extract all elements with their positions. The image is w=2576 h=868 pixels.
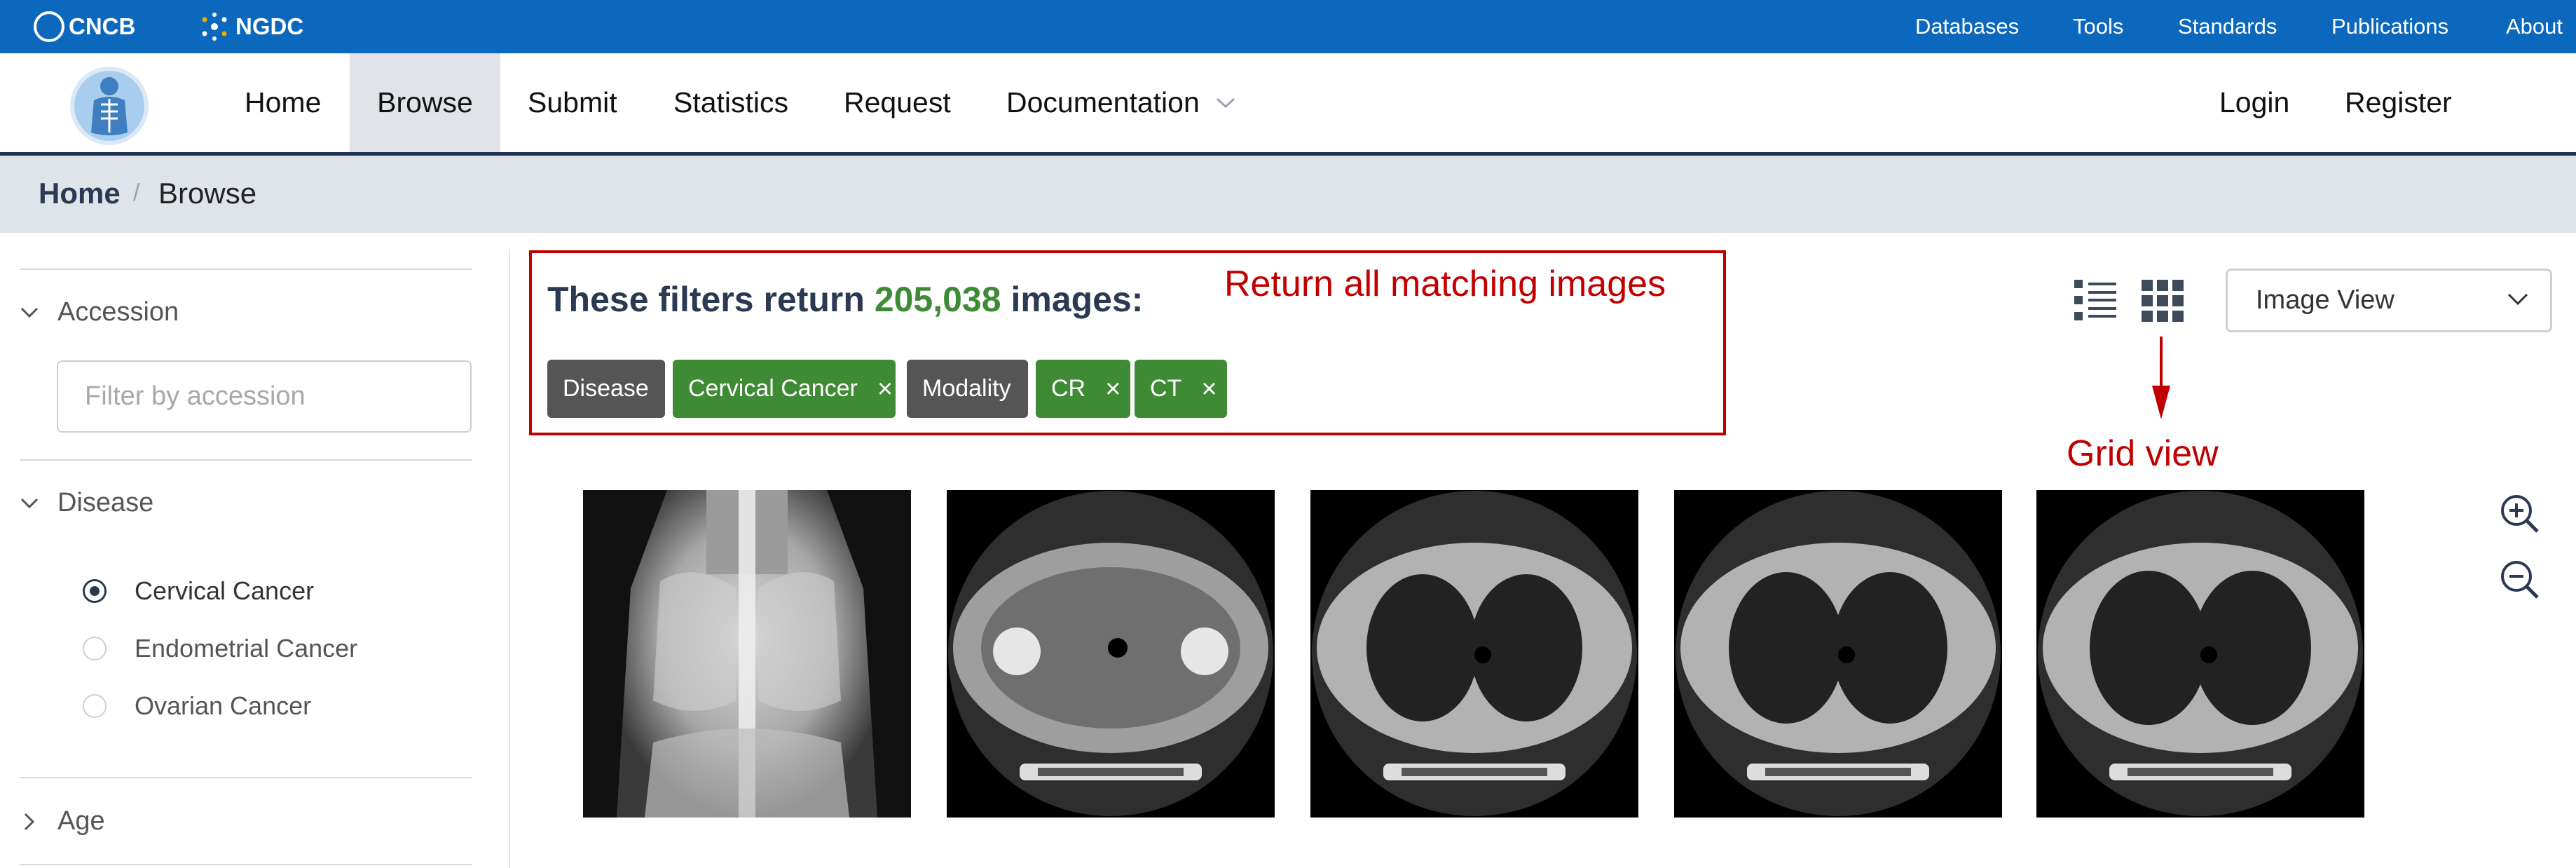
cncb-brand-label: CNCB (69, 13, 136, 39)
filter-tag-disease: Disease (547, 360, 665, 418)
facet-age-title: Age (57, 806, 105, 836)
annotation-matching: Return all matching images (1224, 264, 1666, 304)
divider (20, 777, 472, 778)
disease-option-label: Cervical Cancer (135, 576, 315, 605)
ngdc-logo-icon (202, 13, 227, 41)
breadcrumb: Home / Browse (0, 156, 2576, 233)
filter-tag-label: Modality (922, 375, 1011, 402)
remove-filter-icon[interactable]: × (877, 376, 893, 402)
divider (20, 864, 472, 865)
facet-age-header[interactable]: Age (20, 806, 105, 836)
sidebar-divider (509, 249, 510, 868)
result-prefix: These filters return (547, 280, 865, 319)
image-thumbnail-ct-4[interactable] (2036, 490, 2364, 818)
result-suffix: images: (1010, 280, 1144, 319)
disease-option-label: Endometrial Cancer (135, 634, 358, 663)
breadcrumb-current: Browse (158, 177, 257, 210)
disease-option-label: Ovarian Cancer (135, 691, 312, 720)
nav-home[interactable]: Home (245, 53, 321, 152)
radio-unchecked[interactable] (83, 637, 107, 660)
nav-documentation-label: Documentation (1006, 86, 1200, 118)
filter-tag-label: Cervical Cancer (688, 375, 858, 402)
chevron-down-icon (2507, 293, 2528, 306)
annotation-arrow (2152, 337, 2170, 419)
annotation-grid-view: Grid view (2067, 433, 2219, 474)
top-bar: CNCB NGDC Databases Tools Standards Publ… (0, 0, 2576, 53)
chevron-right-icon (24, 813, 35, 830)
ngdc-brand-link[interactable]: NGDC (198, 11, 303, 42)
radio-unchecked[interactable] (83, 694, 107, 718)
image-thumbnail-ct-3[interactable] (1674, 490, 2002, 818)
top-link-tools[interactable]: Tools (2073, 14, 2123, 39)
ct-scan-image (2036, 490, 2364, 818)
nav-request[interactable]: Request (844, 53, 951, 152)
top-link-about[interactable]: About (2506, 14, 2563, 39)
filter-tag-label: CR (1051, 375, 1086, 402)
breadcrumb-home[interactable]: Home (39, 177, 121, 210)
zoom-out-icon[interactable] (2498, 558, 2540, 600)
main-navigation: Home Browse Submit Statistics Request Do… (0, 53, 2576, 156)
chevron-down-icon (20, 307, 39, 318)
divider (20, 269, 472, 270)
disease-option-cervical-cancer[interactable]: Cervical Cancer (83, 576, 314, 606)
top-link-standards[interactable]: Standards (2178, 14, 2277, 39)
filter-tag-cervical-cancer: Cervical Cancer × (673, 360, 896, 418)
nav-browse[interactable]: Browse (350, 53, 500, 152)
login-link[interactable]: Login (2219, 53, 2289, 152)
result-count: 205,038 (874, 280, 1001, 319)
chevron-down-icon (20, 498, 39, 508)
chest-xray-image (583, 490, 911, 818)
nav-submit[interactable]: Submit (528, 53, 617, 152)
zoom-in-icon[interactable] (2498, 492, 2540, 534)
nav-statistics[interactable]: Statistics (673, 53, 788, 152)
ct-scan-image (1674, 490, 2002, 818)
top-link-databases[interactable]: Databases (1915, 14, 2019, 39)
site-logo-icon[interactable] (69, 65, 150, 147)
grid-view-icon[interactable] (2140, 276, 2185, 325)
disease-option-endometrial-cancer[interactable]: Endometrial Cancer (83, 634, 357, 663)
view-mode-value: Image View (2256, 285, 2395, 315)
image-thumbnail-ct-1[interactable] (947, 490, 1275, 818)
filter-tag-label: Disease (563, 375, 649, 402)
divider (20, 459, 472, 461)
result-summary: These filters return 205,038 images: (547, 279, 1143, 320)
filter-tag-cr: CR × (1036, 360, 1130, 418)
facet-disease-header[interactable]: Disease (20, 488, 153, 518)
remove-filter-icon[interactable]: × (1201, 376, 1217, 402)
top-link-publications[interactable]: Publications (2331, 14, 2448, 39)
ct-scan-image (1310, 490, 1638, 818)
cncb-logo-icon (34, 11, 64, 42)
image-thumbnail-ct-2[interactable] (1310, 490, 1638, 818)
filter-tag-ct: CT × (1135, 360, 1227, 418)
view-mode-select[interactable]: Image View (2226, 269, 2552, 332)
accession-filter-input[interactable] (57, 360, 472, 433)
remove-filter-icon[interactable]: × (1105, 376, 1121, 402)
register-link[interactable]: Register (2345, 53, 2452, 152)
breadcrumb-separator: / (133, 179, 140, 206)
facet-accession-header[interactable]: Accession (20, 297, 179, 327)
facet-accession-title: Accession (57, 297, 179, 327)
facet-disease-title: Disease (57, 488, 154, 517)
cncb-brand-link[interactable]: CNCB (34, 11, 135, 42)
list-view-icon[interactable] (2073, 276, 2118, 325)
ct-scan-image (947, 490, 1275, 818)
disease-option-ovarian-cancer[interactable]: Ovarian Cancer (83, 691, 311, 721)
image-thumbnail-xray[interactable] (583, 490, 911, 818)
chevron-down-icon (1216, 97, 1235, 108)
ngdc-brand-label: NGDC (235, 13, 304, 39)
radio-checked[interactable] (83, 579, 107, 603)
filter-tag-label: CT (1150, 375, 1182, 402)
filter-tag-modality: Modality (907, 360, 1028, 418)
nav-documentation[interactable]: Documentation (1006, 53, 1236, 152)
